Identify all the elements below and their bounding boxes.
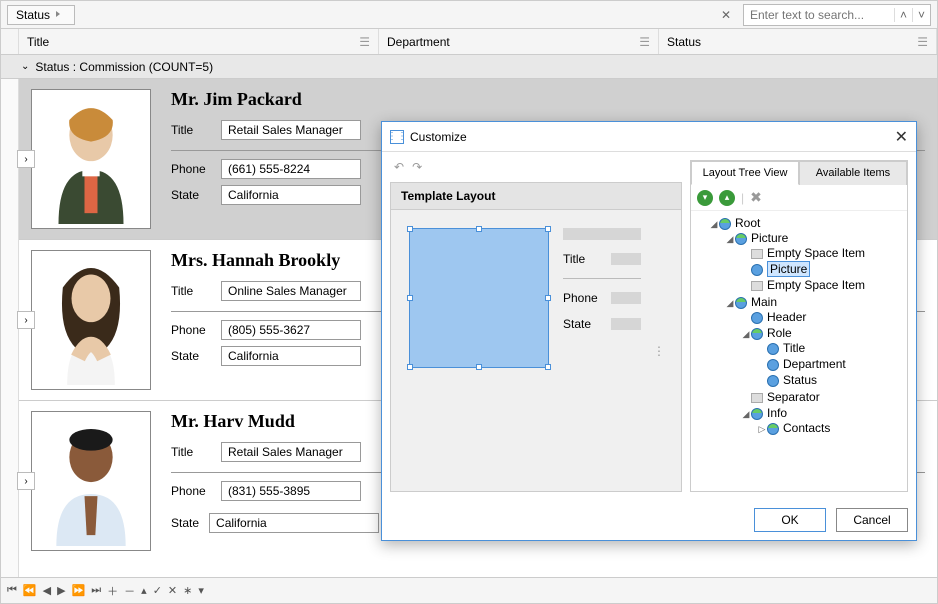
delete-icon[interactable]: ✖: [750, 189, 762, 206]
nav-next-icon[interactable]: ▶: [57, 584, 65, 597]
customize-dialog: ⋮⋮ Customize ✕ ↶ ↷ Template Layout: [381, 121, 917, 541]
nav-first-icon[interactable]: ⏮: [7, 584, 17, 597]
title-field[interactable]: Online Sales Manager: [221, 281, 361, 301]
filter-icon[interactable]: ☰: [359, 35, 370, 49]
undo-icon[interactable]: ↶: [394, 160, 404, 182]
nav-edit-icon[interactable]: ▴: [141, 584, 147, 597]
nav-add-icon[interactable]: ＋: [107, 583, 118, 599]
group-label: Status : Commission (COUNT=5): [35, 60, 213, 74]
tree-node[interactable]: Header: [741, 309, 905, 325]
nav-prevpage-icon[interactable]: ⏪: [23, 584, 37, 597]
tree-node[interactable]: Empty Space Item: [741, 245, 905, 261]
template-layout-header: Template Layout: [391, 183, 681, 210]
nav-check-icon[interactable]: ✓: [153, 584, 162, 597]
tree-node[interactable]: Department: [757, 356, 905, 372]
tree-node[interactable]: Status: [757, 372, 905, 388]
search-input[interactable]: [744, 5, 894, 25]
title-field[interactable]: Retail Sales Manager: [221, 442, 361, 462]
header-placeholder[interactable]: [563, 228, 641, 240]
move-up-icon[interactable]: ▴: [719, 190, 735, 206]
avatar: [31, 250, 151, 390]
tree-node[interactable]: ◢Root ◢Picture Empty Space Item Picture …: [709, 215, 905, 439]
phone-field[interactable]: (805) 555-3627: [221, 320, 361, 340]
nav-refresh-icon[interactable]: ∗: [183, 584, 192, 597]
col-title[interactable]: Title ☰: [19, 29, 379, 54]
tab-layout-tree[interactable]: Layout Tree View: [691, 161, 799, 185]
group-row[interactable]: ⌄ Status : Commission (COUNT=5): [1, 55, 937, 79]
column-headers: Title ☰ Department ☰ Status ☰: [1, 29, 937, 55]
clear-search-icon[interactable]: ✕: [715, 8, 737, 22]
nav-prev-icon[interactable]: ◀: [43, 584, 51, 597]
avatar: [31, 411, 151, 551]
dialog-icon: ⋮⋮: [390, 130, 404, 144]
title-placeholder[interactable]: [611, 253, 641, 265]
state-field[interactable]: California: [221, 185, 361, 205]
row-expander[interactable]: ›: [17, 311, 35, 329]
phone-placeholder[interactable]: [611, 292, 641, 304]
tree-node[interactable]: ◢Main Header ◢Role Title Department Stat…: [725, 294, 905, 438]
tree-node-selected[interactable]: Picture: [741, 261, 905, 277]
nav-nextpage-icon[interactable]: ⏩: [72, 584, 86, 597]
nav-filter-icon[interactable]: ▾: [198, 584, 204, 597]
row-expander[interactable]: ›: [17, 150, 35, 168]
search-prev-icon[interactable]: ˄: [894, 8, 912, 22]
tree-node[interactable]: Separator: [741, 389, 905, 405]
move-down-icon[interactable]: ▾: [697, 190, 713, 206]
state-field[interactable]: California: [221, 346, 361, 366]
tree-node[interactable]: ◢Picture Empty Space Item Picture Empty …: [725, 230, 905, 294]
avatar: [31, 89, 151, 229]
template-layout-panel: Template Layout Title Phone State ⋮: [390, 182, 682, 492]
resize-grip-icon[interactable]: ⋮: [655, 344, 663, 358]
group-expander-icon[interactable]: ⌄: [21, 61, 29, 72]
dialog-title: Customize: [410, 130, 895, 144]
filter-bar: Status ✕ ˄ ˅: [1, 1, 937, 29]
state-placeholder[interactable]: [611, 318, 641, 330]
phone-field[interactable]: (661) 555-8224: [221, 159, 361, 179]
tree-node[interactable]: ◢Role Title Department Status: [741, 325, 905, 389]
sort-asc-icon: [56, 11, 66, 18]
state-field[interactable]: California: [209, 513, 379, 533]
dialog-titlebar[interactable]: ⋮⋮ Customize ✕: [382, 122, 916, 152]
cancel-button[interactable]: Cancel: [836, 508, 908, 532]
nav-cancel-icon[interactable]: ✕: [168, 584, 177, 597]
search-box[interactable]: ˄ ˅: [743, 4, 931, 26]
redo-icon[interactable]: ↷: [412, 160, 422, 182]
filter-icon[interactable]: ☰: [917, 35, 928, 49]
tree-node[interactable]: Empty Space Item: [741, 277, 905, 293]
title-field[interactable]: Retail Sales Manager: [221, 120, 361, 140]
nav-remove-icon[interactable]: －: [124, 583, 135, 599]
tree-node[interactable]: ▷Contacts: [757, 420, 905, 436]
tab-available-items[interactable]: Available Items: [799, 161, 907, 185]
close-icon[interactable]: ✕: [895, 127, 908, 147]
nav-last-icon[interactable]: ⏭: [91, 584, 101, 597]
record-navigator: ⏮ ⏪ ◀ ▶ ⏩ ⏭ ＋ － ▴ ✓ ✕ ∗ ▾: [1, 577, 937, 603]
groupby-chip[interactable]: Status: [7, 5, 75, 25]
picture-placeholder[interactable]: [409, 228, 549, 368]
search-next-icon[interactable]: ˅: [912, 8, 930, 22]
layout-tree: ◢Root ◢Picture Empty Space Item Picture …: [691, 211, 907, 491]
tree-node[interactable]: Title: [757, 340, 905, 356]
row-expander[interactable]: ›: [17, 472, 35, 490]
filter-icon[interactable]: ☰: [639, 35, 650, 49]
phone-field[interactable]: (831) 555-3895: [221, 481, 361, 501]
ok-button[interactable]: OK: [754, 508, 826, 532]
tree-node[interactable]: ◢Info ▷Contacts: [741, 405, 905, 437]
groupby-chip-label: Status: [16, 8, 50, 22]
col-department[interactable]: Department ☰: [379, 29, 659, 54]
card-name: Mr. Jim Packard: [171, 89, 925, 110]
col-status[interactable]: Status ☰: [659, 29, 937, 54]
dialog-right-panel: Layout Tree View Available Items ▾ ▴ | ✖…: [690, 160, 908, 492]
